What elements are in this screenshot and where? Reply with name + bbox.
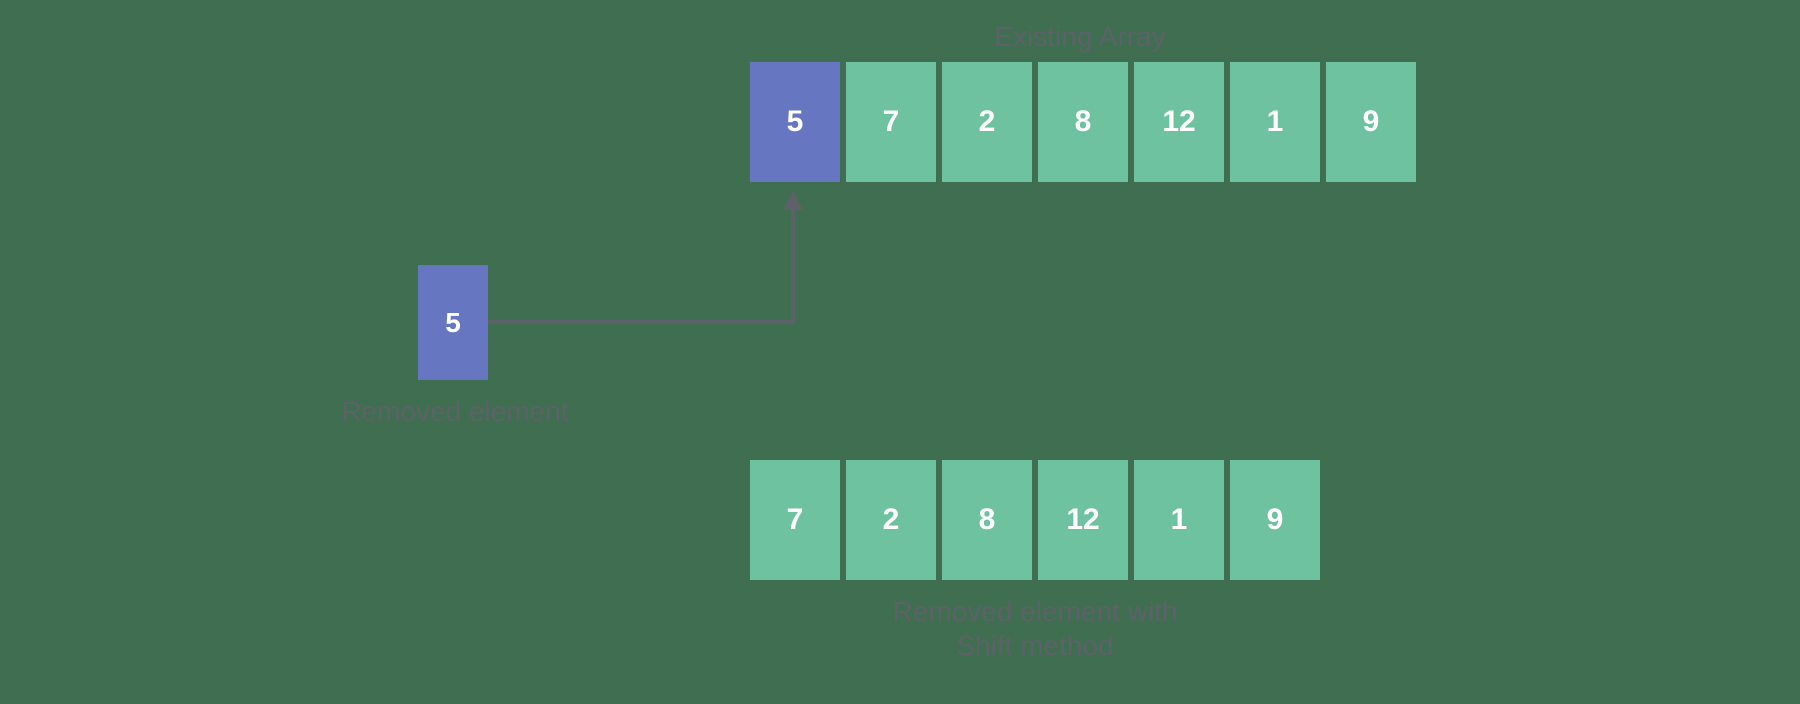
result-cell-1: 2 (846, 460, 936, 580)
result-label-line2: Shift method (956, 630, 1113, 661)
result-cell-5: 9 (1230, 460, 1320, 580)
existing-cell-5: 1 (1230, 62, 1320, 182)
result-cell-2: 8 (942, 460, 1032, 580)
existing-cell-4: 12 (1134, 62, 1224, 182)
result-cell-3: 12 (1038, 460, 1128, 580)
removed-element-cell: 5 (418, 265, 488, 380)
result-label-line1: Removed element with (893, 596, 1178, 627)
arrow-icon (488, 190, 808, 330)
removed-element-label: Removed element (320, 395, 590, 429)
existing-array-label: Existing Array (750, 20, 1410, 54)
existing-cell-0: 5 (750, 62, 840, 182)
result-array-label: Removed element with Shift method (750, 595, 1320, 662)
existing-cell-3: 8 (1038, 62, 1128, 182)
existing-cell-2: 2 (942, 62, 1032, 182)
result-cell-4: 1 (1134, 460, 1224, 580)
existing-cell-1: 7 (846, 62, 936, 182)
existing-array-row: 5 7 2 8 12 1 9 (750, 62, 1416, 182)
result-cell-0: 7 (750, 460, 840, 580)
existing-cell-6: 9 (1326, 62, 1416, 182)
result-array-row: 7 2 8 12 1 9 (750, 460, 1320, 580)
